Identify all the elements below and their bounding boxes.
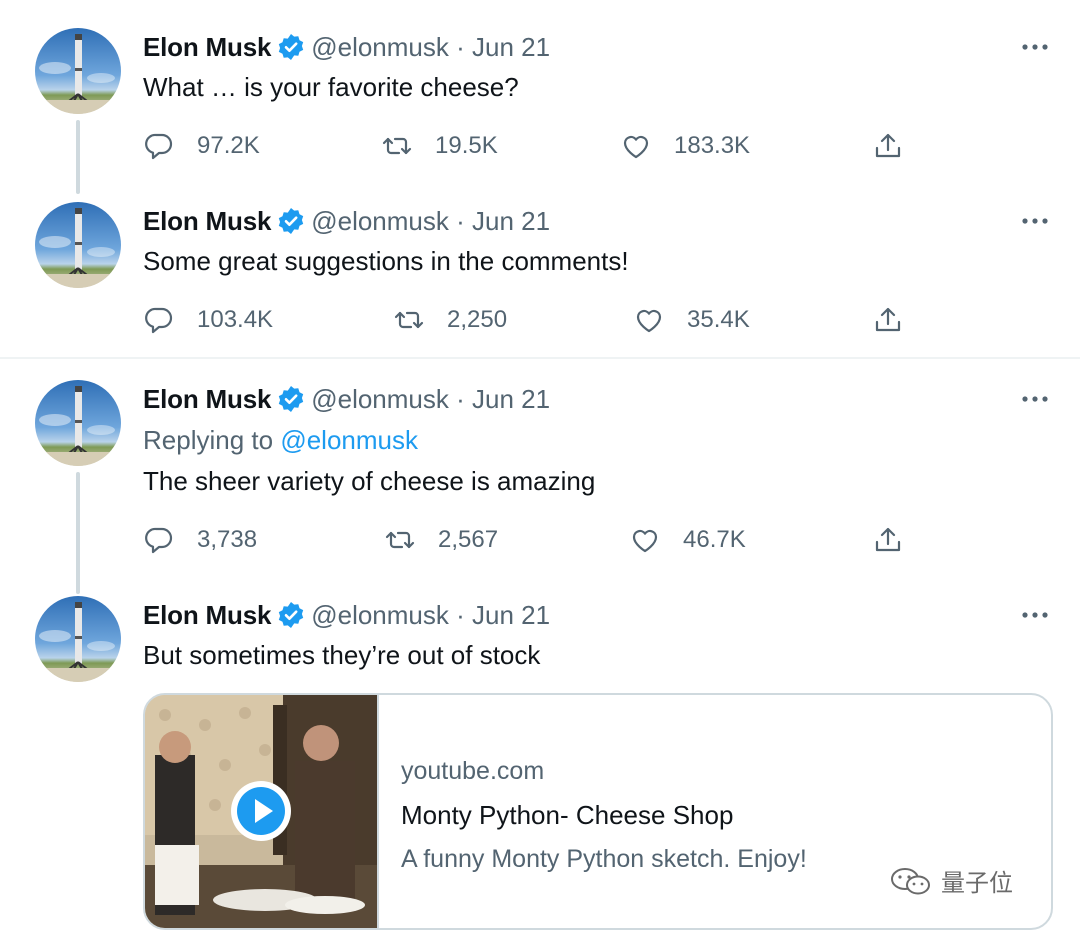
reply-count: 97.2K [197, 132, 260, 159]
share-button[interactable] [872, 300, 926, 340]
tweet-text: But sometimes they’re out of stock [143, 640, 541, 670]
retweet-icon [385, 531, 415, 549]
wechat-icon [891, 867, 930, 894]
retweet-button[interactable]: 19.5K [381, 126, 498, 166]
more-options-icon[interactable] [1020, 204, 1050, 238]
author-name[interactable]: Elon Musk [143, 600, 271, 631]
heart-icon [636, 309, 662, 333]
like-button[interactable]: 183.3K [620, 126, 750, 166]
avatar[interactable] [35, 380, 121, 466]
reply-button[interactable]: 97.2K [143, 126, 260, 166]
author-name[interactable]: Elon Musk [143, 206, 271, 237]
verified-badge-icon [277, 33, 305, 61]
thread-line [76, 472, 80, 594]
reply-icon [145, 307, 173, 334]
like-count: 183.3K [674, 132, 751, 159]
reply-count: 3,738 [197, 526, 258, 553]
reply-icon [145, 527, 173, 554]
retweet-count: 2,567 [438, 526, 499, 553]
reply-button[interactable]: 3,738 [143, 520, 257, 560]
like-count: 35.4K [687, 306, 750, 333]
more-options-icon[interactable] [1020, 30, 1050, 64]
avatar[interactable] [35, 202, 121, 288]
author-name[interactable]: Elon Musk [143, 32, 271, 63]
tweet-text: Some great suggestions in the comments! [143, 246, 629, 276]
card-description: A funny Monty Python sketch. Enjoy! [401, 845, 807, 873]
retweet-button[interactable]: 2,250 [393, 300, 507, 340]
author-handle-date[interactable]: @elonmusk · Jun 21 [311, 600, 550, 631]
link-preview-card[interactable]: youtube.com Monty Python- Cheese Shop A … [143, 693, 1053, 930]
author-handle-date[interactable]: @elonmusk · Jun 21 [311, 384, 550, 415]
retweet-count: 19.5K [435, 132, 498, 159]
share-icon [875, 133, 901, 158]
retweet-icon [394, 311, 424, 329]
heart-icon [623, 135, 649, 159]
tweet[interactable]: Elon Musk @elonmusk · Jun 21 What … is y… [0, 0, 1080, 194]
reply-mention-link[interactable]: @elonmusk [280, 425, 418, 455]
card-body: youtube.com Monty Python- Cheese Shop A … [401, 757, 807, 874]
retweet-icon [382, 137, 412, 155]
card-title: Monty Python- Cheese Shop [401, 800, 734, 830]
tweet-actions: 97.2K 19.5K 183.3K [143, 126, 923, 166]
avatar[interactable] [35, 28, 121, 114]
reply-count: 103.4K [197, 306, 274, 333]
play-icon[interactable] [229, 779, 293, 843]
reply-button[interactable]: 103.4K [143, 300, 273, 340]
share-button[interactable] [872, 126, 926, 166]
avatar[interactable] [35, 596, 121, 682]
tweet-text: The sheer variety of cheese is amazing [143, 466, 596, 496]
author-handle-date[interactable]: @elonmusk · Jun 21 [311, 32, 550, 63]
verified-badge-icon [277, 601, 305, 629]
more-options-icon[interactable] [1020, 598, 1050, 632]
watermark-text: 量子位 [941, 870, 1013, 897]
share-button[interactable] [872, 520, 926, 560]
verified-badge-icon [277, 385, 305, 413]
share-icon [875, 527, 901, 552]
more-options-icon[interactable] [1020, 382, 1050, 416]
share-icon [875, 307, 901, 332]
retweet-button[interactable]: 2,567 [384, 520, 498, 560]
thread-divider [0, 357, 1080, 359]
card-domain: youtube.com [401, 757, 545, 785]
tweet-actions: 103.4K 2,250 35.4K [143, 300, 923, 340]
watermark: 量子位 [889, 863, 1013, 898]
heart-icon [632, 529, 658, 553]
tweet[interactable]: Elon Musk @elonmusk · Jun 21 Some great … [0, 180, 1080, 356]
reply-icon [145, 133, 173, 160]
author-name[interactable]: Elon Musk [143, 384, 271, 415]
tweet-text: What … is your favorite cheese? [143, 72, 519, 102]
author-handle-date[interactable]: @elonmusk · Jun 21 [311, 206, 550, 237]
like-count: 46.7K [683, 526, 746, 553]
like-button[interactable]: 46.7K [629, 520, 746, 560]
replying-to-label: Replying to [143, 425, 281, 455]
retweet-count: 2,250 [447, 306, 508, 333]
tweet-actions: 3,738 2,567 46.7K [143, 520, 923, 560]
tweet[interactable]: Elon Musk @elonmusk · Jun 21 Replying to… [0, 360, 1080, 594]
replying-to: Replying to @elonmusk [143, 425, 418, 456]
verified-badge-icon [277, 207, 305, 235]
like-button[interactable]: 35.4K [633, 300, 750, 340]
